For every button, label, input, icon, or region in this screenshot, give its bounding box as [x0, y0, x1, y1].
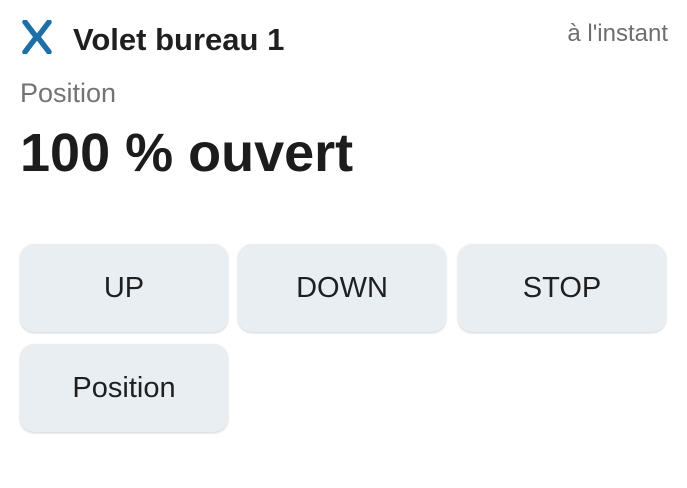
- position-label: Position: [20, 78, 117, 108]
- card-header: Volet bureau 1 à l'instant: [20, 14, 668, 64]
- x-brand-icon: [22, 19, 52, 55]
- down-button[interactable]: DOWN: [238, 244, 446, 332]
- position-button[interactable]: Position: [20, 344, 228, 432]
- position-value: 100 % ouvert: [20, 123, 354, 183]
- device-title: Volet bureau 1: [73, 22, 285, 57]
- stop-button[interactable]: STOP: [458, 244, 666, 332]
- up-button[interactable]: UP: [20, 244, 228, 332]
- last-updated-timestamp: à l'instant: [567, 20, 668, 47]
- shutter-card: Volet bureau 1 à l'instant Position 100 …: [0, 0, 687, 488]
